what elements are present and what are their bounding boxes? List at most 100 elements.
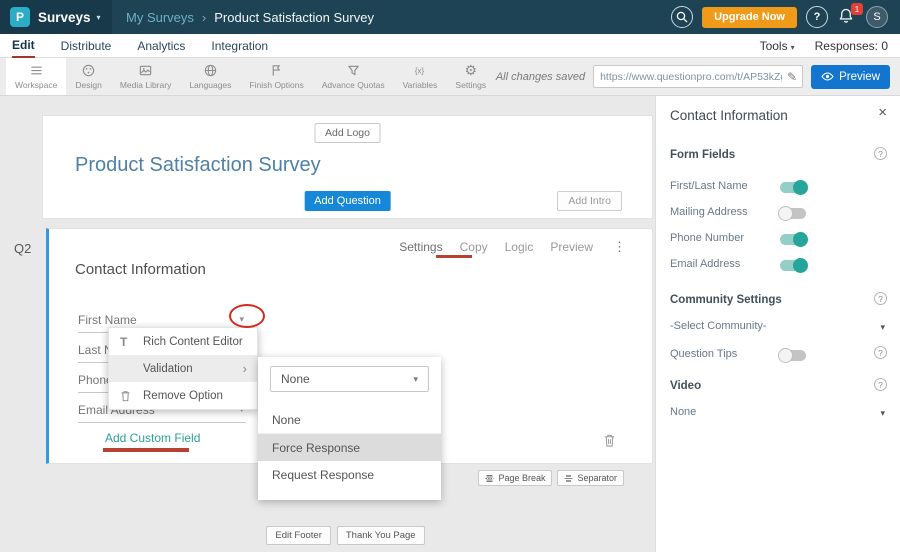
- toggle-first-last-name[interactable]: [780, 182, 806, 193]
- tab-integration[interactable]: Integration: [211, 34, 268, 58]
- chevron-down-icon[interactable]: ▾: [880, 408, 885, 419]
- tab-distribute[interactable]: Distribute: [61, 34, 112, 58]
- breadcrumb-my-surveys[interactable]: My Surveys: [126, 10, 194, 25]
- validation-panel: None ▾ None Force Response Request Respo…: [258, 357, 441, 500]
- survey-header-card: Add Logo Product Satisfaction Survey Add…: [42, 115, 653, 219]
- survey-title: Product Satisfaction Survey: [75, 154, 321, 177]
- toggle-question-tips[interactable]: [780, 350, 806, 361]
- tools-menu[interactable]: Tools▾: [760, 39, 795, 53]
- preview-button[interactable]: Preview: [811, 65, 890, 89]
- close-icon[interactable]: ×: [878, 104, 887, 121]
- survey-url-input[interactable]: [594, 71, 782, 83]
- sidebar-title: Contact Information: [670, 108, 788, 123]
- menu-item-remove-option[interactable]: Remove Option: [109, 382, 257, 409]
- delete-question-button[interactable]: [603, 433, 616, 453]
- question-number-label: Q2: [14, 241, 31, 256]
- option-request-response[interactable]: Request Response: [258, 461, 441, 488]
- questionpro-logo: P: [10, 7, 30, 27]
- tab-edit[interactable]: Edit: [12, 34, 35, 58]
- topbar: P Surveys ▾ My Surveys › Product Satisfa…: [0, 0, 900, 34]
- breadcrumb-separator-icon: ›: [202, 10, 206, 25]
- survey-url-box: ✎: [593, 65, 803, 88]
- add-logo-button[interactable]: Add Logo: [314, 123, 381, 143]
- responses-link[interactable]: Responses: 0: [815, 39, 888, 53]
- main-tabs: Edit Distribute Analytics Integration To…: [0, 34, 900, 58]
- validation-options: None Force Response Request Response: [258, 407, 441, 488]
- toolbar-item-media-library[interactable]: Media Library: [111, 58, 181, 95]
- video-select[interactable]: None: [670, 406, 696, 418]
- toggle-label-first-last-name: First/Last Name: [670, 180, 748, 192]
- thank-you-page-button[interactable]: Thank You Page: [337, 526, 425, 545]
- help-icon[interactable]: ?: [874, 378, 887, 391]
- trash-icon: [120, 389, 131, 402]
- trash-icon: [603, 433, 616, 448]
- validation-select[interactable]: None ▾: [270, 366, 429, 392]
- upgrade-now-button[interactable]: Upgrade Now: [702, 7, 797, 28]
- pencil-icon[interactable]: ✎: [782, 70, 802, 84]
- search-button[interactable]: [671, 6, 693, 28]
- notifications-button[interactable]: 1: [837, 7, 857, 27]
- toolbar-item-settings[interactable]: ⚙ Settings: [446, 58, 495, 95]
- edit-footer-button[interactable]: Edit Footer: [266, 526, 330, 545]
- question-logic-link[interactable]: Logic: [505, 240, 534, 254]
- toggle-mailing-address[interactable]: [780, 208, 806, 219]
- add-intro-button[interactable]: Add Intro: [557, 191, 622, 211]
- toolbar-item-design[interactable]: Design: [66, 58, 110, 95]
- toggle-email-address[interactable]: [780, 260, 806, 271]
- variables-icon: {x}: [413, 63, 428, 78]
- svg-text:{x}: {x}: [414, 66, 424, 75]
- save-status-text: All changes saved: [496, 71, 585, 83]
- add-custom-field-link[interactable]: Add Custom Field: [105, 431, 200, 445]
- separator-button[interactable]: Separator: [557, 470, 624, 486]
- toolbar-item-workspace[interactable]: Workspace: [6, 58, 66, 95]
- surveys-menu[interactable]: P Surveys ▾: [0, 0, 112, 34]
- separator-icon: [564, 474, 573, 483]
- toolbar-item-advance-quotas[interactable]: Advance Quotas: [313, 58, 394, 95]
- chevron-down-icon[interactable]: ▾: [239, 314, 244, 325]
- community-select[interactable]: -Select Community-: [670, 320, 767, 332]
- chevron-down-icon[interactable]: ▾: [880, 322, 885, 333]
- question-copy-link[interactable]: Copy: [460, 240, 488, 254]
- help-button[interactable]: ?: [806, 6, 828, 28]
- footer-row: Edit Footer Thank You Page: [18, 526, 673, 545]
- help-icon[interactable]: ?: [874, 292, 887, 305]
- workspace-icon: [29, 63, 44, 78]
- toolbar-item-variables[interactable]: {x} Variables: [394, 58, 447, 95]
- kebab-menu-icon[interactable]: ⋮: [613, 239, 626, 255]
- field-context-menu: T Rich Content Editor Validation › Remov…: [108, 327, 258, 410]
- finish-options-icon: [269, 63, 284, 78]
- toggle-phone-number[interactable]: [780, 234, 806, 245]
- tab-analytics[interactable]: Analytics: [137, 34, 185, 58]
- design-icon: [81, 63, 96, 78]
- eye-icon: [821, 72, 834, 81]
- menu-item-rich-content-editor[interactable]: T Rich Content Editor: [109, 328, 257, 355]
- survey-canvas: Q2 Add Logo Product Satisfaction Survey …: [0, 96, 655, 552]
- media-library-icon: [138, 63, 153, 78]
- help-icon[interactable]: ?: [874, 147, 887, 160]
- chevron-down-icon: ▾: [97, 13, 101, 22]
- community-settings-label: Community Settings: [670, 294, 782, 306]
- avatar[interactable]: S: [866, 6, 888, 28]
- advance-quotas-icon: [346, 63, 361, 78]
- add-question-button[interactable]: Add Question: [304, 191, 391, 211]
- search-icon: [676, 11, 688, 23]
- toolbar-item-finish-options[interactable]: Finish Options: [240, 58, 312, 95]
- topbar-actions: Upgrade Now ? 1 S: [671, 6, 900, 28]
- option-force-response[interactable]: Force Response: [258, 434, 441, 461]
- page-break-icon: [485, 474, 494, 483]
- toolbar-item-languages[interactable]: Languages: [180, 58, 240, 95]
- form-fields-label: Form Fields: [670, 149, 735, 161]
- chevron-down-icon: ▾: [413, 374, 418, 385]
- rich-text-icon: T: [120, 335, 127, 349]
- help-icon[interactable]: ?: [874, 346, 887, 359]
- tabs-right: Tools▾ Responses: 0: [760, 39, 888, 53]
- menu-item-validation[interactable]: Validation ›: [109, 355, 257, 382]
- question-preview-link[interactable]: Preview: [550, 240, 593, 254]
- question-settings-sidebar: Contact Information × Form Fields ? Firs…: [655, 96, 900, 552]
- help-icon: ?: [814, 11, 821, 23]
- page-break-button[interactable]: Page Break: [478, 470, 552, 486]
- breadcrumb-current: Product Satisfaction Survey: [214, 10, 374, 25]
- question-settings-link[interactable]: Settings: [399, 240, 442, 254]
- option-none[interactable]: None: [258, 407, 441, 434]
- toggle-label-email-address: Email Address: [670, 258, 740, 270]
